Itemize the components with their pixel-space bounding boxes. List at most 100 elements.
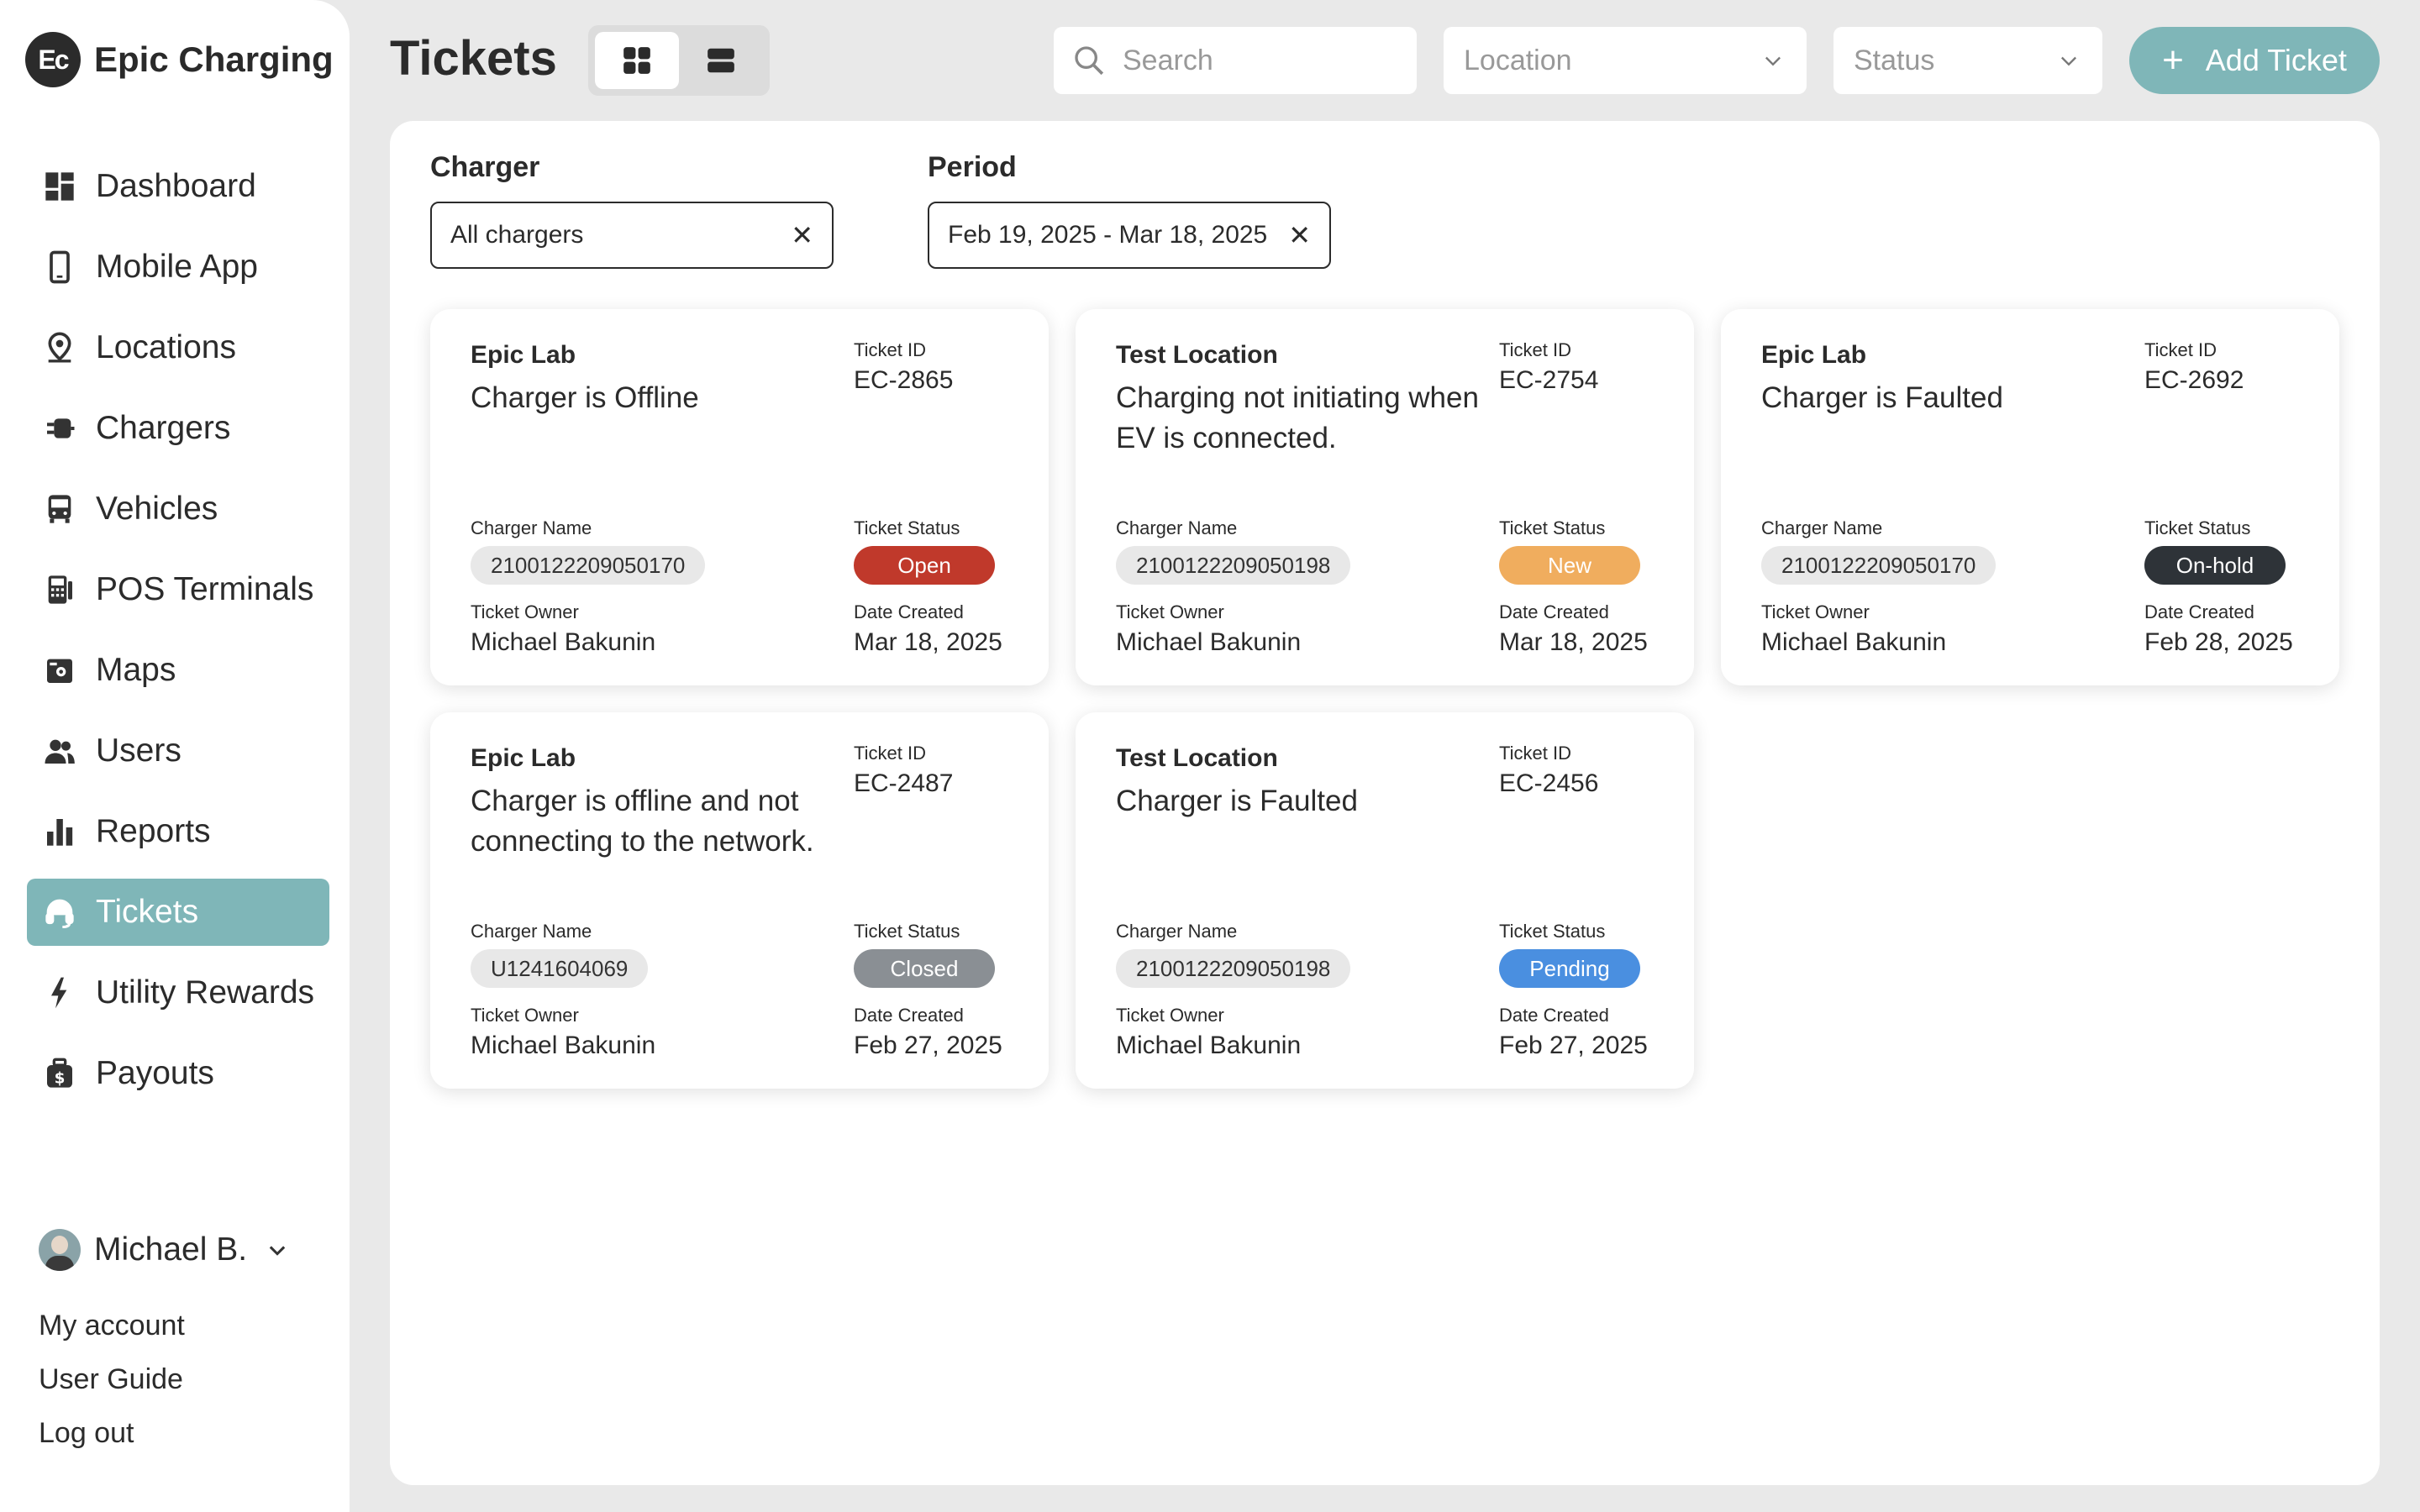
charger-name-label: Charger Name [1116,517,1238,538]
ticket-card[interactable]: Epic Lab Charger is offline and not conn… [430,712,1049,1089]
list-view-button[interactable] [679,32,763,89]
ticket-title: Charger is Faulted [1761,381,2003,414]
dashboard-icon [42,169,77,204]
user-guide-link[interactable]: User Guide [39,1352,289,1406]
ticket-location: Epic Lab [471,744,576,772]
sidebar-item-vehicles[interactable]: Vehicles [27,475,329,543]
sidebar-item-users[interactable]: Users [27,717,329,785]
charger-filter-label: Charger [430,151,540,183]
brand-logo: Ec [25,32,81,87]
sidebar-item-label: Maps [96,652,176,688]
status-dropdown[interactable]: Status [1833,27,2102,94]
ticket-owner-label: Ticket Owner [471,1005,579,1026]
sidebar: Ec Epic Charging Dashboard Mobile App Lo… [0,0,350,1512]
sidebar-item-label: POS Terminals [96,571,314,607]
date-created-label: Date Created [1499,601,1609,622]
ticket-card[interactable]: Epic Lab Charger is Offline Ticket ID EC… [430,309,1049,685]
status-dropdown-label: Status [1854,44,1935,76]
date-created: Feb 27, 2025 [1499,1032,1648,1059]
avatar [39,1229,81,1271]
sidebar-item-payouts[interactable]: $ Payouts [27,1040,329,1107]
charger-name-chip: 2100122209050198 [1116,546,1351,585]
ticket-id: EC-2487 [854,769,954,797]
date-created-label: Date Created [1499,1005,1609,1026]
ticket-title: Charger is offline and not connecting to… [471,785,814,858]
log-out-link[interactable]: Log out [39,1406,289,1460]
my-account-link[interactable]: My account [39,1299,289,1352]
sidebar-item-utility-rewards[interactable]: Utility Rewards [27,959,329,1026]
sidebar-item-label: Locations [96,329,236,365]
clear-charger-filter-icon[interactable]: ✕ [791,219,813,251]
plus-icon: + [2162,39,2184,81]
search-icon [1075,46,1104,76]
date-created: Feb 27, 2025 [854,1032,1002,1059]
sidebar-item-mobile-app[interactable]: Mobile App [27,234,329,301]
date-created: Mar 18, 2025 [854,628,1002,656]
sidebar-nav: Dashboard Mobile App Locations Chargers … [27,153,329,1121]
charger-name-label: Charger Name [1116,921,1238,942]
sidebar-item-tickets[interactable]: Tickets [27,879,329,946]
user-menu: Michael B. My account User Guide Log out [39,1226,289,1460]
charger-plug-icon [42,411,77,446]
grid-view-button[interactable] [595,32,679,89]
charger-name-chip: 2100122209050198 [1116,949,1351,988]
location-pin-icon [42,330,77,365]
ticket-id-label: Ticket ID [854,339,926,360]
ticket-title: Charger is Offline [471,381,699,414]
location-dropdown[interactable]: Location [1444,27,1807,94]
ticket-card[interactable]: Test Location Charging not initiating wh… [1076,309,1694,685]
add-ticket-button[interactable]: + Add Ticket [2129,27,2380,94]
add-ticket-label: Add Ticket [2205,43,2347,77]
charger-filter-value: All chargers [450,221,584,249]
search-input[interactable] [1123,44,1408,77]
sidebar-item-dashboard[interactable]: Dashboard [27,153,329,220]
ticket-status-label: Ticket Status [2144,517,2251,538]
user-menu-toggle[interactable]: Michael B. [39,1226,289,1273]
mobile-icon [42,249,77,285]
charger-name-label: Charger Name [471,517,592,538]
date-created-label: Date Created [854,1005,964,1026]
headset-icon [42,895,77,930]
sidebar-item-pos-terminals[interactable]: POS Terminals [27,556,329,623]
ticket-owner: Michael Bakunin [1116,1032,1302,1059]
users-icon [42,733,77,769]
status-badge: Pending [1499,949,1640,988]
ticket-card[interactable]: Test Location Charger is Faulted Ticket … [1076,712,1694,1089]
view-toggle [588,25,770,96]
sidebar-item-reports[interactable]: Reports [27,798,329,865]
period-filter[interactable]: Feb 19, 2025 - Mar 18, 2025 ✕ [928,202,1331,269]
sidebar-item-label: Mobile App [96,249,258,285]
date-created: Mar 18, 2025 [1499,628,1648,656]
brand-name: Epic Charging [94,39,334,79]
svg-text:$: $ [55,1070,66,1088]
ticket-status-label: Ticket Status [1499,921,1606,942]
ticket-status-label: Ticket Status [1499,517,1606,538]
sidebar-item-locations[interactable]: Locations [27,314,329,381]
status-badge: Closed [854,949,995,988]
ticket-status-label: Ticket Status [854,517,960,538]
sidebar-item-label: Utility Rewards [96,974,315,1011]
chevron-down-icon [1765,56,1781,66]
clear-period-filter-icon[interactable]: ✕ [1288,219,1311,251]
sidebar-item-label: Users [96,732,182,769]
charger-filter[interactable]: All chargers ✕ [430,202,834,269]
search-field[interactable] [1054,27,1417,94]
location-dropdown-label: Location [1464,44,1572,76]
ticket-owner-label: Ticket Owner [1116,1005,1224,1026]
user-name: Michael B. [94,1231,248,1268]
sidebar-item-label: Reports [96,813,211,849]
bus-icon [42,491,77,527]
ticket-owner: Michael Bakunin [471,628,656,656]
status-badge: Open [854,546,995,585]
sidebar-item-chargers[interactable]: Chargers [27,395,329,462]
ticket-card[interactable]: Epic Lab Charger is Faulted Ticket ID EC… [1721,309,2339,685]
ticket-id: EC-2754 [1499,366,1599,394]
ticket-location: Epic Lab [1761,341,1867,369]
brand[interactable]: Ec Epic Charging [25,32,334,87]
chevron-down-icon [2061,56,2076,66]
charger-name-label: Charger Name [1761,517,1883,538]
ticket-owner-label: Ticket Owner [1761,601,1870,622]
bar-chart-icon [42,814,77,849]
sidebar-item-maps[interactable]: Maps [27,637,329,704]
ticket-location: Test Location [1116,341,1278,369]
